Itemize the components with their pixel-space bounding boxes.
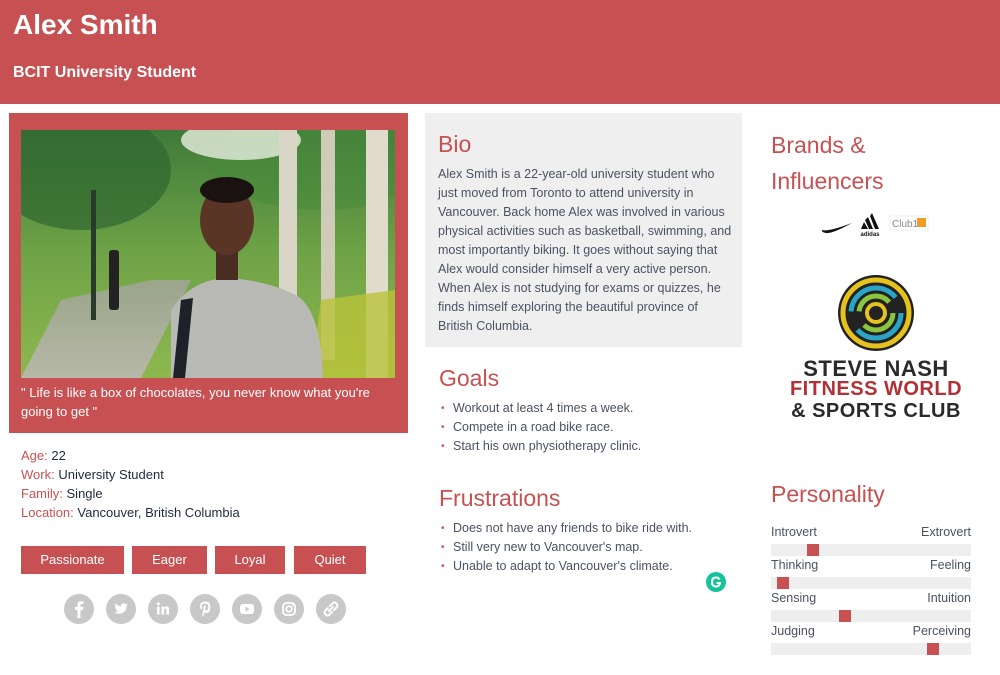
goal-item: Compete in a road bike race. — [441, 418, 641, 437]
trait-judging-perceiving: Judging Perceiving — [771, 624, 971, 655]
goal-item: Workout at least 4 times a week. — [441, 399, 641, 418]
tag-passionate: Passionate — [21, 546, 124, 574]
trait-right-label: Perceiving — [912, 624, 971, 638]
fact-value: University Student — [58, 467, 164, 482]
nike-adidas-club16-logos: adidas Club16 — [821, 213, 929, 238]
trait-right-label: Extrovert — [920, 525, 971, 539]
fact-age: Age: 22 — [21, 446, 240, 465]
bio-panel: Bio Alex Smith is a 22-year-old universi… — [425, 113, 742, 347]
trait-track — [771, 544, 971, 556]
instagram-icon[interactable] — [274, 594, 304, 624]
trait-introvert-extrovert: Introvert Extrovert — [771, 525, 971, 556]
trait-track — [771, 643, 971, 655]
link-icon[interactable] — [316, 594, 346, 624]
fact-work: Work: University Student — [21, 465, 240, 484]
trait-left-label: Thinking — [771, 558, 819, 572]
fact-label: Location: — [21, 505, 74, 520]
goal-item: Start his own physiotherapy clinic. — [441, 437, 641, 456]
tag-eager: Eager — [132, 546, 207, 574]
trait-left-label: Sensing — [771, 591, 817, 605]
goals-list: Workout at least 4 times a week. Compete… — [441, 399, 641, 456]
persona-facts: Age: 22 Work: University Student Family:… — [21, 446, 240, 522]
bio-text: Alex Smith is a 22-year-old university s… — [438, 167, 732, 333]
frustration-item: Unable to adapt to Vancouver's climate. — [441, 557, 692, 576]
persona-subtitle: BCIT University Student — [13, 64, 197, 81]
fact-value: Vancouver, British Columbia — [77, 505, 240, 520]
tag-loyal: Loyal — [215, 546, 285, 574]
trait-thinking-feeling: Thinking Feeling — [771, 558, 971, 589]
trait-right-label: Feeling — [930, 558, 971, 572]
fact-family: Family: Single — [21, 484, 240, 503]
logo-line-2: FITNESS WORLD — [789, 378, 963, 400]
frustrations-list: Does not have any friends to bike ride w… — [441, 519, 692, 576]
personality-title: Personality — [771, 481, 885, 507]
pinterest-icon[interactable] — [190, 594, 220, 624]
logo-line-3: & SPORTS CLUB — [791, 400, 961, 422]
fact-location: Location: Vancouver, British Columbia — [21, 503, 240, 522]
tag-quiet: Quiet — [294, 546, 366, 574]
facebook-icon[interactable] — [64, 594, 94, 624]
bio-title: Bio — [438, 131, 472, 157]
trait-marker — [839, 610, 851, 622]
profile-card: " Life is like a box of chocolates, you … — [9, 113, 408, 433]
brand-logos: adidas Club16 — [820, 210, 930, 243]
fact-label: Work: — [21, 467, 55, 482]
trait-marker — [777, 577, 789, 589]
trait-sensing-intuition: Sensing Intuition — [771, 591, 971, 622]
persona-name: Alex Smith — [13, 9, 158, 40]
fact-value: Single — [66, 486, 103, 501]
frustration-item: Does not have any friends to bike ride w… — [441, 519, 692, 538]
fact-value: 22 — [51, 448, 66, 463]
linkedin-icon[interactable] — [148, 594, 178, 624]
youtube-icon[interactable] — [232, 594, 262, 624]
trait-marker — [927, 643, 939, 655]
trait-track — [771, 577, 971, 589]
page-header: Alex Smith BCIT University Student — [0, 0, 1000, 104]
brands-title: Brands & Influencers — [771, 132, 884, 194]
profile-photo — [21, 130, 395, 378]
goals-title: Goals — [439, 365, 500, 391]
trait-left-label: Judging — [771, 624, 815, 638]
fitness-ring-icon — [838, 275, 914, 351]
svg-text:adidas: adidas — [860, 232, 880, 238]
grammarly-icon[interactable] — [706, 572, 726, 592]
fact-label: Age: — [21, 448, 48, 463]
persona-quote: " Life is like a box of chocolates, you … — [21, 385, 370, 419]
twitter-icon[interactable] — [106, 594, 136, 624]
trait-marker — [807, 544, 819, 556]
frustrations-title: Frustrations — [439, 485, 561, 511]
fact-label: Family: — [21, 486, 63, 501]
frustration-item: Still very new to Vancouver's map. — [441, 538, 692, 557]
trait-right-label: Intuition — [927, 591, 971, 605]
trait-left-label: Introvert — [771, 525, 817, 539]
trait-track — [771, 610, 971, 622]
